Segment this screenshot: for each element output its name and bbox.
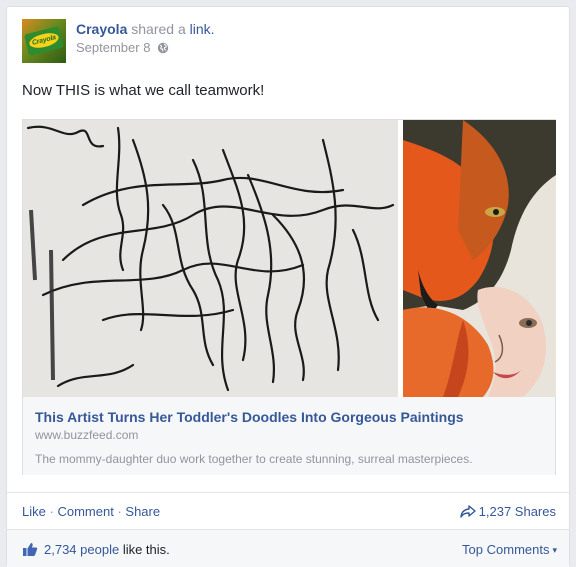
globe-icon[interactable] [157,42,169,57]
likes-count-link[interactable]: 2,734 people [44,542,119,557]
likes-summary: 2,734 people like this. [22,542,170,557]
doodle-image[interactable] [23,120,398,397]
shared-link-link[interactable]: link. [190,21,215,37]
link-preview-body[interactable]: This Artist Turns Her Toddler's Doodles … [23,397,555,475]
page-name-link[interactable]: Crayola [76,21,127,37]
share-button[interactable]: Share [125,504,160,519]
thumbs-up-icon [23,543,38,556]
post-date[interactable]: September 8 [76,40,150,55]
top-comments-label[interactable]: Top Comments [462,542,549,557]
link-title[interactable]: This Artist Turns Her Toddler's Doodles … [35,409,464,425]
share-arrow-icon [459,505,476,518]
likes-bar: 2,734 people like this. Top Comments ▾ [7,529,569,567]
likes-suffix: like this. [122,542,170,557]
like-button[interactable]: Like [22,504,46,519]
link-description: The mommy-daughter duo work together to … [35,452,473,466]
action-text: shared a [131,21,186,37]
post-header: Crayola Crayola shared a link. September… [22,19,542,65]
link-attachment[interactable]: This Artist Turns Her Toddler's Doodles … [22,119,556,475]
shares-count[interactable]: 1,237 Shares [479,504,556,519]
action-links: Like · Comment · Share [22,504,160,519]
post-card: Crayola Crayola shared a link. September… [6,6,570,567]
post-actions-bar: Like · Comment · Share 1,237 Shares [7,492,569,529]
shares-count-link[interactable]: 1,237 Shares [459,504,556,519]
post-message: Now THIS is what we call teamwork! [22,82,265,99]
top-comments-dropdown[interactable]: Top Comments ▾ [462,542,557,557]
separator: · [49,504,54,519]
chevron-down-icon: ▾ [552,545,557,555]
post-headline: Crayola shared a link. [76,21,215,37]
painting-image[interactable] [403,120,556,397]
link-domain: www.buzzfeed.com [35,428,139,442]
post-meta: Crayola shared a link. September 8 [76,21,215,57]
post-timestamp-row: September 8 [76,40,215,57]
comment-button[interactable]: Comment [57,504,113,519]
page-avatar[interactable]: Crayola [22,19,66,63]
separator: · [117,504,122,519]
